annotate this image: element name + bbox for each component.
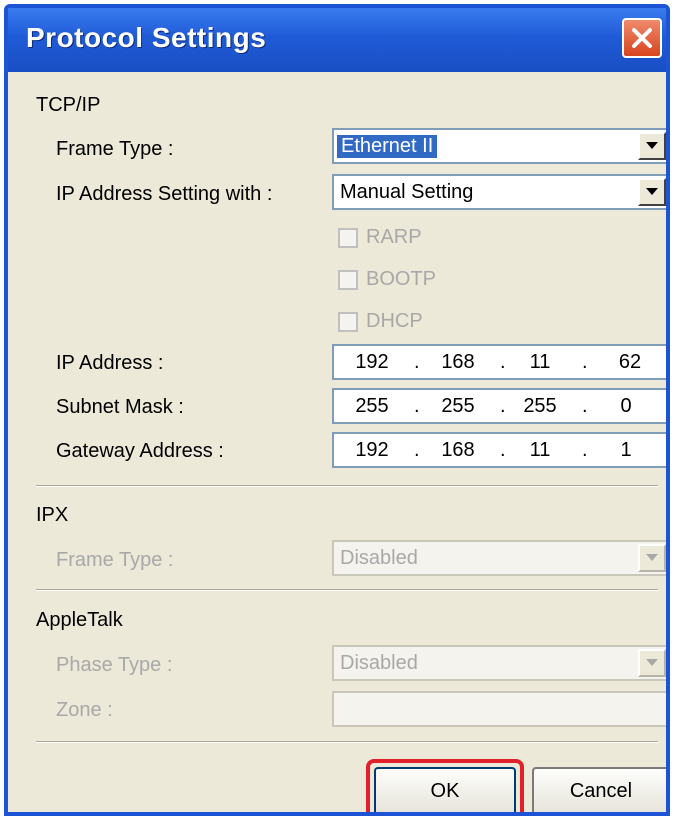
ipx-frame-type-select[interactable]: Disabled — [332, 540, 666, 576]
ip-separator: . — [500, 395, 506, 417]
ip-separator: . — [414, 439, 420, 461]
gateway-octet-4[interactable]: 1 — [598, 439, 654, 462]
subnet-octet-2[interactable]: 255 — [430, 395, 486, 418]
ip-address-field[interactable]: 192 . 168 . 11 . 62 — [332, 344, 666, 380]
phase-type-select[interactable]: Disabled — [332, 645, 666, 681]
group-divider — [36, 485, 658, 487]
title-bar[interactable]: Protocol Settings — [8, 8, 666, 72]
ip-separator: . — [500, 351, 506, 373]
chevron-down-icon — [646, 142, 658, 149]
ok-button-highlight — [366, 759, 524, 812]
ip-setting-select[interactable]: Manual Setting — [332, 174, 666, 210]
chevron-down-icon — [646, 659, 658, 666]
ip-separator: . — [582, 351, 588, 373]
zone-label: Zone : — [56, 699, 113, 721]
close-button[interactable] — [622, 18, 662, 58]
group-divider — [36, 589, 658, 591]
ip-octet-2[interactable]: 168 — [430, 351, 486, 374]
subnet-octet-4[interactable]: 0 — [598, 395, 654, 418]
subnet-mask-label: Subnet Mask : — [56, 396, 184, 418]
gateway-octet-1[interactable]: 192 — [344, 439, 400, 462]
ip-separator: . — [582, 395, 588, 417]
bootp-label: BOOTP — [366, 268, 437, 290]
phase-type-dropdown-button[interactable] — [638, 649, 666, 677]
ip-setting-label: IP Address Setting with : — [56, 183, 273, 205]
gateway-label: Gateway Address : — [56, 440, 224, 462]
ipx-frame-type-value: Disabled — [340, 547, 418, 569]
gateway-octet-3[interactable]: 11 — [512, 439, 568, 462]
ipx-frame-type-dropdown-button[interactable] — [638, 544, 666, 572]
subnet-octet-1[interactable]: 255 — [344, 395, 400, 418]
ip-separator: . — [582, 439, 588, 461]
ip-octet-3[interactable]: 11 — [512, 351, 568, 374]
phase-type-label: Phase Type : — [56, 654, 173, 676]
ipx-frame-type-label: Frame Type : — [56, 549, 174, 571]
ip-octet-1[interactable]: 192 — [344, 351, 400, 374]
ip-octet-4[interactable]: 62 — [602, 351, 658, 374]
ip-separator: . — [414, 395, 420, 417]
zone-input[interactable] — [332, 691, 666, 727]
ip-separator: . — [500, 439, 506, 461]
bootp-checkbox[interactable] — [338, 270, 358, 290]
gateway-field[interactable]: 192 . 168 . 11 . 1 — [332, 432, 666, 468]
chevron-down-icon — [646, 554, 658, 561]
dhcp-checkbox[interactable] — [338, 312, 358, 332]
rarp-label: RARP — [366, 226, 422, 248]
frame-type-dropdown-button[interactable] — [638, 132, 666, 160]
cancel-button[interactable]: Cancel — [532, 767, 666, 812]
ipx-group-label: IPX — [36, 504, 69, 526]
dialog-body: TCP/IP Frame Type : Ethernet II IP Addre… — [8, 72, 666, 812]
tcpip-group-label: TCP/IP — [36, 94, 101, 116]
ip-address-label: IP Address : — [56, 352, 164, 374]
frame-type-select[interactable]: Ethernet II — [332, 128, 666, 164]
rarp-checkbox[interactable] — [338, 228, 358, 248]
ip-setting-dropdown-button[interactable] — [638, 178, 666, 206]
gateway-octet-2[interactable]: 168 — [430, 439, 486, 462]
appletalk-group-label: AppleTalk — [36, 609, 123, 631]
subnet-mask-field[interactable]: 255 . 255 . 255 . 0 — [332, 388, 666, 424]
frame-type-label: Frame Type : — [56, 138, 174, 160]
dhcp-label: DHCP — [366, 310, 423, 332]
close-icon — [632, 28, 652, 48]
chevron-down-icon — [646, 188, 658, 195]
ip-separator: . — [414, 351, 420, 373]
dialog-title: Protocol Settings — [26, 22, 267, 53]
phase-type-value: Disabled — [340, 652, 418, 674]
subnet-octet-3[interactable]: 255 — [512, 395, 568, 418]
button-divider — [36, 741, 658, 743]
ip-setting-value: Manual Setting — [340, 181, 474, 203]
frame-type-value: Ethernet II — [337, 135, 438, 158]
protocol-settings-dialog: Protocol Settings TCP/IP Frame Type : Et… — [4, 4, 670, 816]
